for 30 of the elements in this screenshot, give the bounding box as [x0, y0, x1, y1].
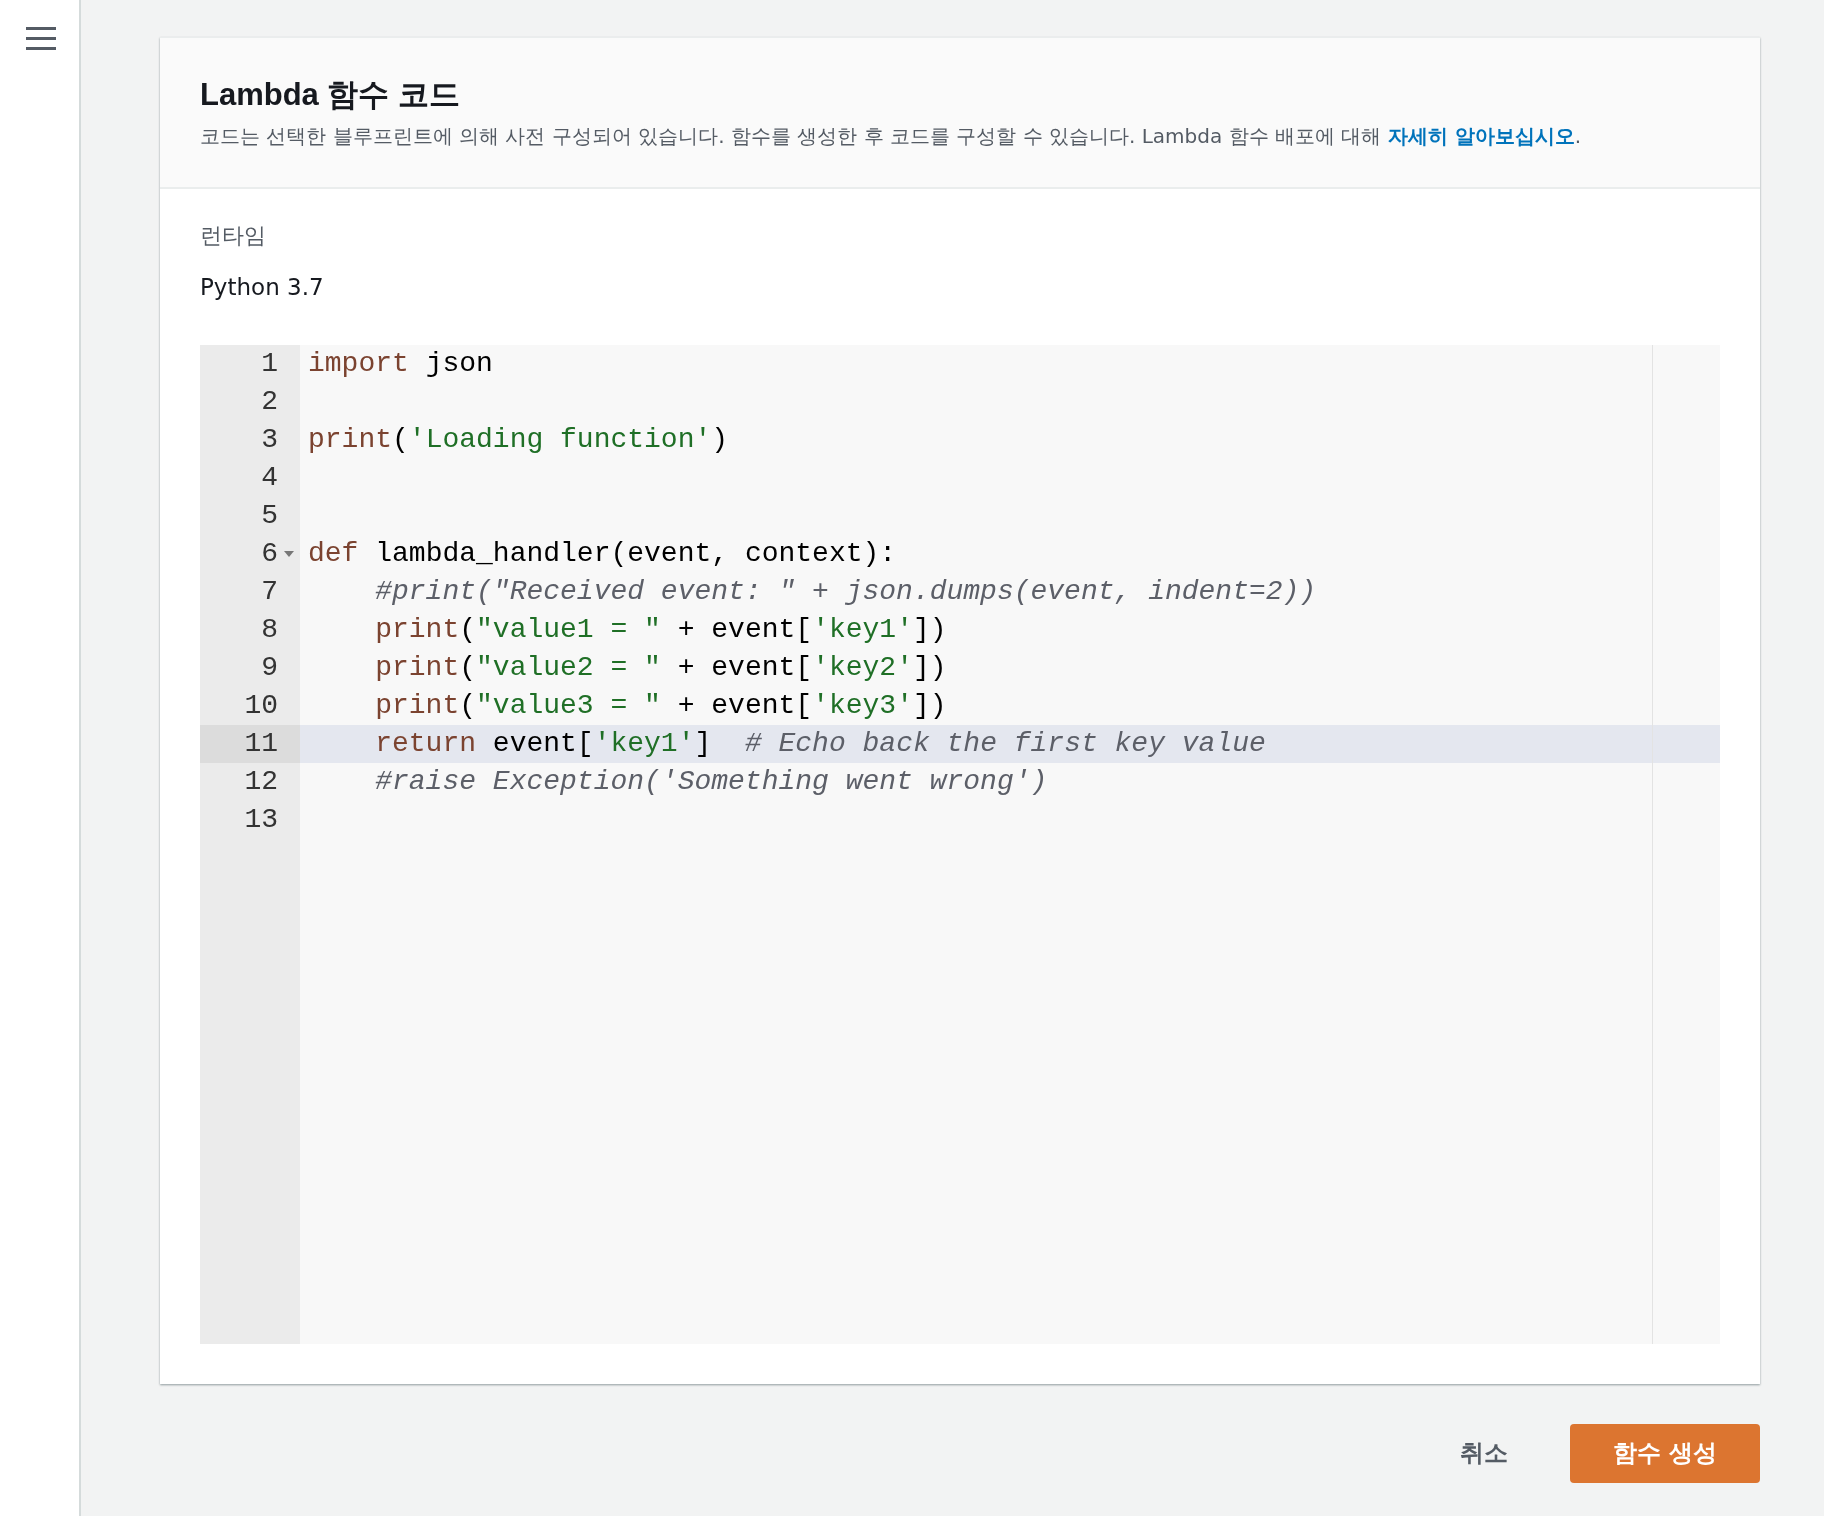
panel-description: 코드는 선택한 블루프린트에 의해 사전 구성되어 있습니다. 함수를 생성한 후 코드를 구성할 수 있습니다. Lambda 함수 배포에 대해 자세히 알아보십시오.	[200, 123, 1582, 151]
code-line: print("value1 = " + event['key1'])	[374, 612, 948, 647]
panel-title: Lambda 함수 코드	[200, 76, 462, 114]
code-line: import json	[307, 346, 494, 381]
runtime-value: Python 3.7	[200, 273, 325, 303]
code-line: print("value2 = " + event['key2'])	[374, 650, 948, 685]
line-number: 8	[261, 613, 278, 645]
line-number: 4	[261, 461, 278, 493]
line-number: 3	[261, 423, 278, 455]
menu-icon[interactable]	[26, 26, 56, 51]
line-number: 9	[261, 651, 278, 683]
cancel-button[interactable]: 취소	[1454, 1434, 1514, 1473]
code-line: print("value3 = " + event['key3'])	[374, 688, 948, 723]
code-line: print('Loading function')	[307, 422, 730, 457]
code-line: #print("Received event: " + json.dumps(event, indent=2))	[374, 574, 1318, 609]
line-number: 2	[261, 385, 278, 417]
line-number: 12	[244, 765, 278, 797]
line-number: 10	[244, 689, 278, 721]
line-number: 1	[261, 347, 278, 379]
line-number: 5	[261, 499, 278, 531]
code-line: def lambda_handler(event, context):	[307, 536, 898, 571]
fold-caret-icon[interactable]	[284, 550, 294, 557]
line-number: 6	[261, 537, 278, 569]
line-number: 7	[261, 575, 278, 607]
line-number: 13	[244, 803, 278, 835]
runtime-label: 런타임	[200, 222, 267, 251]
line-number: 11	[244, 727, 278, 759]
create-function-button[interactable]: 함수 생성	[1570, 1423, 1760, 1483]
learn-more-link[interactable]: 자세히 알아보십시오	[1387, 124, 1575, 149]
code-line: #raise Exception('Something went wrong')	[374, 764, 1049, 799]
